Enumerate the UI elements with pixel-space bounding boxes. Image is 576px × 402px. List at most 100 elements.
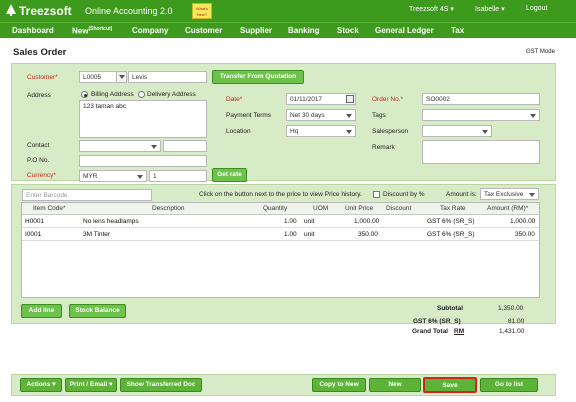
row-description[interactable]: 3M Tinter	[83, 231, 110, 238]
print-email-label: Print / Email	[69, 381, 108, 388]
exchange-rate-field[interactable]: 1	[149, 170, 207, 182]
copy-to-new-button[interactable]: Copy to New	[312, 378, 366, 392]
nav-new-label: New	[72, 26, 89, 36]
company-name: Treezsoft 4S	[409, 6, 449, 13]
amount-is-label: Amount is:	[446, 191, 477, 198]
discount-by-percent-label: Discount by %	[383, 191, 425, 198]
payment-terms-value: Net 30 days	[290, 112, 325, 119]
delivery-address-label: Delivery Address	[147, 91, 196, 98]
row-quantity[interactable]: 1.00	[284, 218, 297, 225]
tags-label: Tags	[372, 112, 386, 119]
gst-value: 81.00	[508, 318, 525, 325]
billing-address-radio[interactable]	[81, 91, 88, 98]
address-textarea[interactable]: 123 taman abc	[79, 100, 207, 138]
customer-label: Customer*	[27, 74, 58, 81]
nav-company[interactable]: Company	[132, 26, 168, 35]
whats-new-label: What's New?	[195, 6, 209, 17]
col-quantity: Quantity	[263, 205, 288, 212]
currency-select[interactable]: MYR	[79, 170, 147, 182]
whats-new-badge[interactable]: What's New?	[192, 3, 212, 19]
col-unit-price: Unit Price	[345, 205, 374, 212]
row-amount[interactable]: 350.00	[515, 231, 535, 238]
add-line-button[interactable]: Add line	[21, 304, 62, 318]
barcode-input[interactable]: Enter Barcode	[22, 189, 152, 201]
brand-tagline: Online Accounting 2.0	[85, 6, 173, 16]
nav-supplier[interactable]: Supplier	[240, 26, 272, 35]
logo-icon	[6, 4, 16, 16]
currency-value: MYR	[83, 173, 98, 180]
row-unit-price[interactable]: 350.00	[358, 231, 378, 238]
company-switcher[interactable]: Treezsoft 4S ▾	[409, 5, 454, 13]
print-email-button[interactable]: Print / Email ▾	[65, 378, 117, 392]
nav-new[interactable]: New(Shortcut)	[72, 26, 112, 36]
grand-total-label: Grand Total	[412, 328, 448, 335]
row-uom[interactable]: unit	[304, 231, 314, 238]
row-quantity[interactable]: 1.00	[284, 231, 297, 238]
save-button[interactable]: Save	[423, 377, 477, 393]
transfer-from-quotation-button[interactable]: Transfer From Quotation	[212, 70, 304, 84]
top-bar: Treezsoft Online Accounting 2.0 What's N…	[0, 0, 576, 22]
row-amount[interactable]: 1,000.00	[510, 218, 535, 225]
row-tax-rate[interactable]: GST 6% (SR_S)	[427, 218, 475, 225]
row-item-code[interactable]: H0001	[25, 218, 44, 225]
nav-stock[interactable]: Stock	[337, 26, 359, 35]
order-no-label: Order No.*	[372, 96, 404, 103]
billing-address-label: Billing Address	[91, 91, 134, 98]
row-description[interactable]: No lens headlamps	[83, 218, 139, 225]
go-to-list-button[interactable]: Go to list	[480, 378, 538, 392]
nav-dashboard[interactable]: Dashboard	[12, 26, 54, 35]
user-name: Isabelle	[475, 6, 500, 13]
date-value: 01/11/2017	[290, 96, 323, 103]
user-menu[interactable]: Isabelle ▾	[475, 5, 505, 13]
remark-textarea[interactable]	[422, 140, 540, 164]
location-label: Location	[226, 128, 251, 135]
address-label: Address	[27, 92, 51, 99]
payment-terms-select[interactable]: Net 30 days	[286, 109, 356, 121]
nav-general-ledger[interactable]: General Ledger	[375, 26, 434, 35]
row-item-code[interactable]: I0001	[25, 231, 41, 238]
main-nav: Dashboard New(Shortcut) Company Customer…	[0, 22, 576, 38]
gst-label: GST 6% (SR_S)	[413, 318, 461, 325]
row-unit-price[interactable]: 1,000.00	[354, 218, 379, 225]
discount-by-percent-checkbox[interactable]	[373, 191, 380, 198]
new-button[interactable]: New	[369, 378, 421, 392]
contact-extra-field[interactable]	[163, 140, 207, 152]
show-transferred-doc-button[interactable]: Show Transferred Doc	[120, 378, 202, 392]
address-value: 123 taman abc	[83, 103, 127, 110]
col-discount: Discount	[386, 205, 412, 212]
actions-label: Actions	[26, 381, 51, 388]
caret-down-icon: ▾	[450, 6, 454, 13]
remark-label: Remark	[372, 144, 395, 151]
calendar-icon[interactable]	[346, 95, 354, 103]
po-number-field[interactable]	[79, 155, 207, 167]
actions-button[interactable]: Actions ▾	[20, 378, 62, 392]
currency-label: Currency*	[27, 172, 56, 179]
location-select[interactable]: Hq	[286, 125, 356, 137]
order-no-field[interactable]: SO0002	[422, 93, 540, 105]
row-tax-rate[interactable]: GST 6% (SR_S)	[427, 231, 475, 238]
nav-tax[interactable]: Tax	[451, 26, 464, 35]
stock-balance-button[interactable]: Stock Balance	[69, 304, 126, 318]
customer-name-field[interactable]: Levis	[128, 71, 207, 83]
customer-dropdown[interactable]	[116, 71, 127, 83]
col-tax-rate: Tax Rate	[440, 205, 466, 212]
contact-select[interactable]	[79, 140, 161, 152]
salesperson-label: Salesperson	[372, 128, 409, 135]
grand-total-value: 1,431.00	[499, 328, 525, 335]
row-uom[interactable]: unit	[304, 218, 314, 225]
col-description: Description	[152, 205, 185, 212]
brand-name[interactable]: Treezsoft	[19, 4, 72, 18]
logout-link[interactable]: Logout	[526, 5, 547, 12]
nav-banking[interactable]: Banking	[288, 26, 320, 35]
delivery-address-radio[interactable]	[138, 91, 145, 98]
col-uom: UOM	[313, 205, 329, 212]
caret-down-icon: ▾	[501, 6, 505, 13]
nav-customer[interactable]: Customer	[185, 26, 222, 35]
salesperson-select[interactable]	[422, 125, 492, 137]
exchange-rate-value: 1	[153, 173, 157, 180]
amount-mode-select[interactable]: Tax Exclusive	[480, 188, 539, 200]
customer-name-value: Levis	[132, 74, 148, 81]
payment-terms-label: Payment Terms	[226, 112, 272, 119]
get-rate-button[interactable]: Get rate	[212, 168, 247, 182]
tags-select[interactable]	[422, 109, 540, 121]
